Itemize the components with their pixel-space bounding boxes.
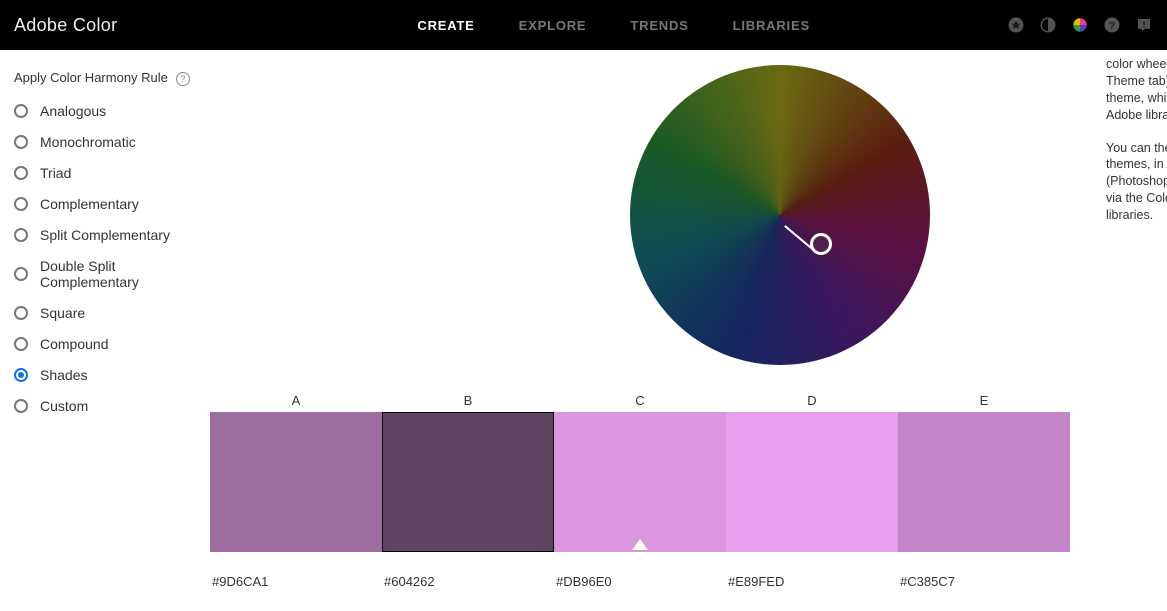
swatch-a[interactable]: [210, 412, 382, 552]
rule-label: Custom: [40, 398, 88, 414]
contrast-icon[interactable]: [1039, 16, 1057, 34]
rule-label: Square: [40, 305, 85, 321]
radio-icon: [14, 368, 28, 382]
swatch-b[interactable]: [382, 412, 554, 552]
swatch-label-e: E: [898, 393, 1070, 412]
info-panel: color wheel (or via the Extract Theme ta…: [1106, 56, 1167, 240]
hex-a[interactable]: #9D6CA1: [210, 574, 382, 589]
top-bar: Adobe Color CREATE EXPLORE TRENDS LIBRAR…: [0, 0, 1167, 50]
swatch-c[interactable]: [554, 412, 726, 552]
main-area: A B C D E #9D6CA1 #604262 #DB96E0 #E89FE…: [210, 50, 1167, 429]
rule-label: Split Complementary: [40, 227, 170, 243]
radio-icon: [14, 267, 28, 281]
rule-label: Compound: [40, 336, 109, 352]
star-icon[interactable]: [1007, 16, 1025, 34]
color-wheel[interactable]: [630, 65, 930, 365]
rule-shades[interactable]: Shades: [14, 367, 196, 383]
svg-text:?: ?: [1109, 20, 1115, 32]
swatch-d[interactable]: [726, 412, 898, 552]
swatch-label-a: A: [210, 393, 382, 412]
rule-compound[interactable]: Compound: [14, 336, 196, 352]
swatch-label-d: D: [726, 393, 898, 412]
radio-icon: [14, 166, 28, 180]
base-color-pointer-icon: [632, 539, 648, 550]
brand-title: Adobe Color: [14, 15, 117, 36]
rule-analogous[interactable]: Analogous: [14, 103, 196, 119]
nav-create[interactable]: CREATE: [417, 18, 474, 33]
swatch-label-c: C: [554, 393, 726, 412]
rule-split-complementary[interactable]: Split Complementary: [14, 227, 196, 243]
announcement-icon[interactable]: [1135, 16, 1153, 34]
rule-label: Complementary: [40, 196, 139, 212]
swatch-label-b: B: [382, 393, 554, 412]
radio-icon: [14, 399, 28, 413]
rule-custom[interactable]: Custom: [14, 398, 196, 414]
hex-c[interactable]: #DB96E0: [554, 574, 726, 589]
radio-icon: [14, 135, 28, 149]
rule-label: Shades: [40, 367, 87, 383]
help-small-icon[interactable]: ?: [176, 72, 190, 86]
radio-icon: [14, 197, 28, 211]
nav-trends[interactable]: TRENDS: [630, 18, 688, 33]
nav-libraries[interactable]: LIBRARIES: [733, 18, 810, 33]
info-paragraph-2: You can then use these color themes, in …: [1106, 140, 1167, 224]
rule-monochromatic[interactable]: Monochromatic: [14, 134, 196, 150]
top-icons: ?: [1007, 16, 1153, 34]
sidebar-title: Apply Color Harmony Rule: [14, 70, 168, 87]
swatch-e[interactable]: [898, 412, 1070, 552]
hex-e[interactable]: #C385C7: [898, 574, 1070, 589]
radio-icon: [14, 306, 28, 320]
sidebar: Apply Color Harmony Rule ? Analogous Mon…: [0, 50, 210, 429]
help-icon[interactable]: ?: [1103, 16, 1121, 34]
hex-b[interactable]: #604262: [382, 574, 554, 589]
rule-label: Monochromatic: [40, 134, 136, 150]
rule-double-split-complementary[interactable]: Double Split Complementary: [14, 258, 196, 290]
info-paragraph-1: color wheel (or via the Extract Theme ta…: [1106, 56, 1167, 124]
wheel-picker-handle[interactable]: [810, 233, 832, 255]
top-nav: CREATE EXPLORE TRENDS LIBRARIES: [417, 18, 810, 33]
radio-icon: [14, 228, 28, 242]
hex-d[interactable]: #E89FED: [726, 574, 898, 589]
rule-label: Double Split Complementary: [40, 258, 196, 290]
rule-triad[interactable]: Triad: [14, 165, 196, 181]
rule-label: Analogous: [40, 103, 106, 119]
rule-square[interactable]: Square: [14, 305, 196, 321]
color-wheel-icon[interactable]: [1071, 16, 1089, 34]
radio-icon: [14, 337, 28, 351]
swatch-area: A B C D E #9D6CA1 #604262 #DB96E0 #E89FE…: [210, 393, 1167, 589]
rule-label: Triad: [40, 165, 71, 181]
rule-complementary[interactable]: Complementary: [14, 196, 196, 212]
radio-icon: [14, 104, 28, 118]
nav-explore[interactable]: EXPLORE: [519, 18, 587, 33]
